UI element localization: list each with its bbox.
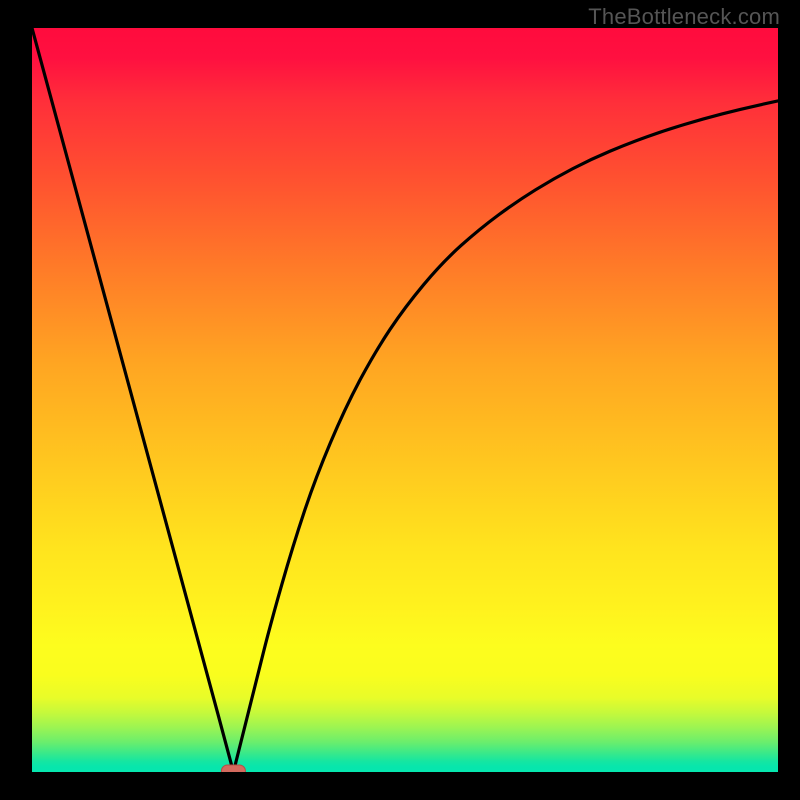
curve-left-branch: [32, 28, 233, 772]
minimum-marker: [221, 765, 245, 772]
curve-right-branch: [233, 101, 778, 772]
chart-frame: TheBottleneck.com: [0, 0, 800, 800]
plot-area: [32, 28, 778, 772]
watermark-label: TheBottleneck.com: [588, 4, 780, 30]
curve-layer: [32, 28, 778, 772]
